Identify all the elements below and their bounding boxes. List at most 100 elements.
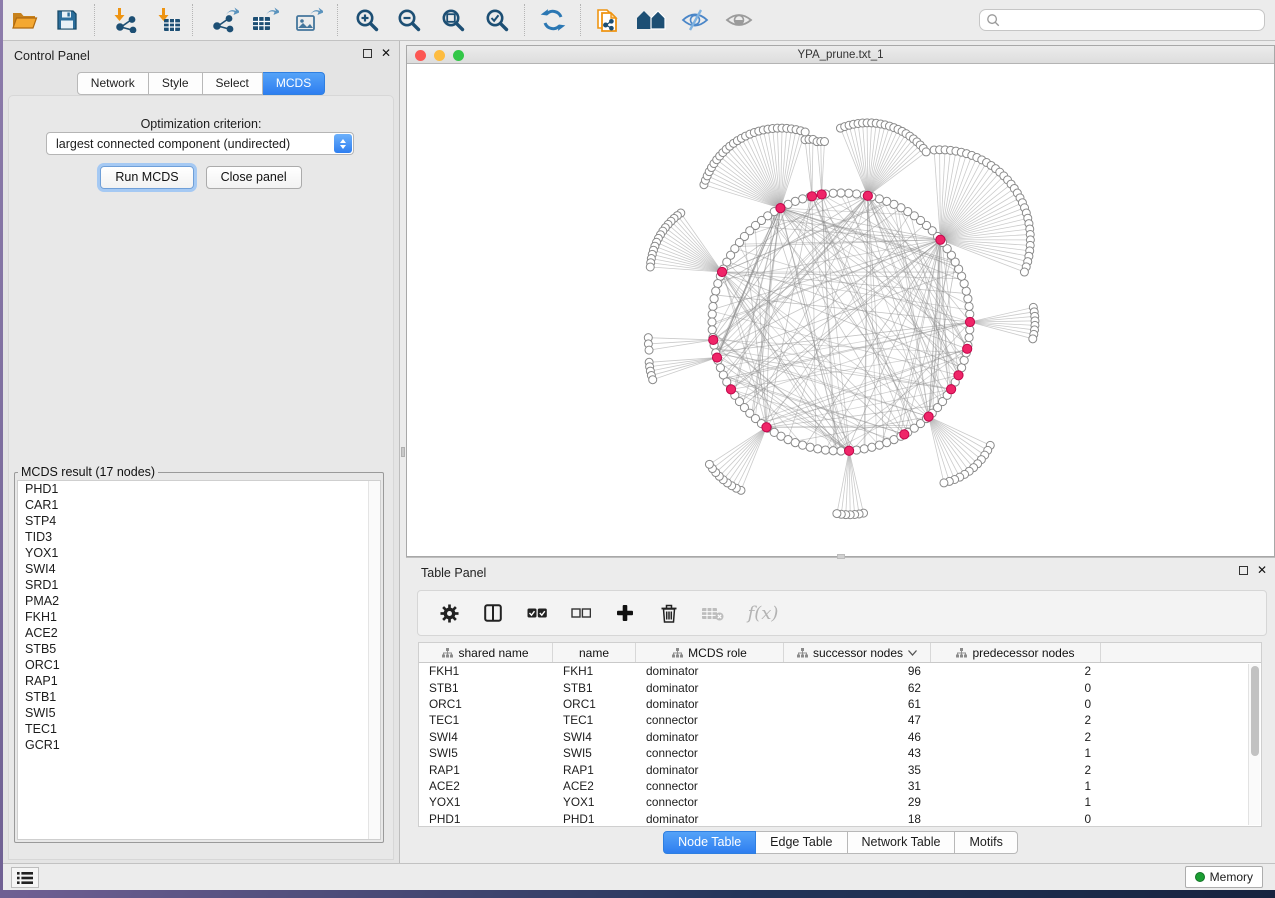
network-node[interactable]: [845, 189, 853, 197]
import-network-icon[interactable]: [107, 3, 143, 37]
table-cell[interactable]: RAP1: [419, 763, 553, 777]
mcds-result-item[interactable]: ACE2: [18, 625, 380, 641]
zoom-selected-icon[interactable]: [479, 3, 515, 37]
tab-mcds[interactable]: MCDS: [263, 72, 325, 95]
mcds-result-item[interactable]: PHD1: [18, 481, 380, 497]
mcds-result-item[interactable]: YOX1: [18, 545, 380, 561]
table-cell[interactable]: connector: [636, 795, 784, 809]
network-leaf-node[interactable]: [645, 346, 653, 354]
network-node[interactable]: [962, 287, 970, 295]
table-cell[interactable]: connector: [636, 779, 784, 793]
run-mcds-button[interactable]: Run MCDS: [100, 166, 193, 189]
network-node[interactable]: [710, 295, 718, 303]
network-hub-node[interactable]: [717, 267, 726, 276]
table-cell[interactable]: 31: [784, 779, 931, 793]
table-cell[interactable]: connector: [636, 713, 784, 727]
table-cell[interactable]: 96: [784, 664, 931, 678]
delete-column-icon[interactable]: [658, 602, 680, 624]
network-node[interactable]: [964, 295, 972, 303]
table-cell[interactable]: ORC1: [419, 697, 553, 711]
network-canvas[interactable]: [407, 64, 1274, 556]
network-node[interactable]: [799, 441, 807, 449]
network-hub-node[interactable]: [936, 235, 945, 244]
memory-button[interactable]: Memory: [1185, 866, 1263, 888]
network-node[interactable]: [829, 447, 837, 455]
tab-network[interactable]: Network: [77, 72, 149, 95]
network-hub-node[interactable]: [762, 423, 771, 432]
table-cell[interactable]: 0: [931, 697, 1101, 711]
deselect-all-rows-icon[interactable]: [570, 602, 592, 624]
table-cell[interactable]: YOX1: [419, 795, 553, 809]
mcds-list-scrollbar[interactable]: [368, 481, 380, 839]
network-window-titlebar[interactable]: YPA_prune.txt_1: [407, 46, 1274, 64]
table-cell[interactable]: YOX1: [553, 795, 636, 809]
network-hub-node[interactable]: [807, 192, 816, 201]
network-leaf-node[interactable]: [820, 138, 828, 146]
network-node[interactable]: [806, 443, 814, 451]
float-panel-icon[interactable]: [363, 49, 372, 58]
network-hub-node[interactable]: [965, 317, 974, 326]
network-leaf-node[interactable]: [833, 510, 841, 518]
table-cell[interactable]: 47: [784, 713, 931, 727]
table-row[interactable]: TEC1TEC1connector472: [419, 712, 1261, 728]
table-row[interactable]: SWI4SWI4dominator462: [419, 729, 1261, 745]
zoom-fit-icon[interactable]: [435, 3, 471, 37]
close-table-panel-icon[interactable]: ✕: [1257, 566, 1267, 575]
network-hub-node[interactable]: [863, 191, 872, 200]
table-row[interactable]: YOX1YOX1connector291: [419, 794, 1261, 810]
network-leaf-node[interactable]: [705, 460, 713, 468]
table-cell[interactable]: 18: [784, 812, 931, 826]
table-row[interactable]: RAP1RAP1dominator352: [419, 761, 1261, 777]
open-file-icon[interactable]: [7, 3, 43, 37]
column-header-MCDS-role[interactable]: MCDS role: [636, 643, 784, 662]
table-cell[interactable]: connector: [636, 746, 784, 760]
table-cell[interactable]: RAP1: [553, 763, 636, 777]
table-row[interactable]: FKH1FKH1dominator962: [419, 663, 1261, 679]
table-cell[interactable]: 0: [931, 812, 1101, 826]
zoom-in-icon[interactable]: [349, 3, 385, 37]
table-cell[interactable]: dominator: [636, 763, 784, 777]
table-cell[interactable]: 2: [931, 730, 1101, 744]
mcds-result-item[interactable]: STP4: [18, 513, 380, 529]
network-hub-node[interactable]: [776, 203, 785, 212]
mcds-result-item[interactable]: ORC1: [18, 657, 380, 673]
table-cell[interactable]: dominator: [636, 730, 784, 744]
table-cell[interactable]: dominator: [636, 812, 784, 826]
table-cell[interactable]: 61: [784, 697, 931, 711]
show-columns-icon[interactable]: [482, 602, 504, 624]
network-hub-node[interactable]: [817, 190, 826, 199]
mcds-result-item[interactable]: CAR1: [18, 497, 380, 513]
mcds-result-item[interactable]: TEC1: [18, 721, 380, 737]
table-tab-motifs[interactable]: Motifs: [955, 831, 1017, 854]
table-cell[interactable]: SWI4: [419, 730, 553, 744]
network-hub-node[interactable]: [963, 344, 972, 353]
network-hub-node[interactable]: [726, 385, 735, 394]
optimization-criterion-dropdown[interactable]: largest connected component (undirected): [46, 132, 354, 155]
table-cell[interactable]: 43: [784, 746, 931, 760]
table-tab-network-table[interactable]: Network Table: [848, 831, 956, 854]
table-cell[interactable]: 35: [784, 763, 931, 777]
clone-network-icon[interactable]: [589, 3, 625, 37]
mcds-result-item[interactable]: TID3: [18, 529, 380, 545]
network-node[interactable]: [714, 280, 722, 288]
table-row[interactable]: ACE2ACE2connector311: [419, 778, 1261, 794]
select-all-rows-icon[interactable]: [526, 602, 548, 624]
table-cell[interactable]: 1: [931, 746, 1101, 760]
table-cell[interactable]: 2: [931, 713, 1101, 727]
table-cell[interactable]: dominator: [636, 681, 784, 695]
zoom-out-icon[interactable]: [391, 3, 427, 37]
table-cell[interactable]: SWI5: [419, 746, 553, 760]
table-cell[interactable]: FKH1: [553, 664, 636, 678]
table-cell[interactable]: SWI5: [553, 746, 636, 760]
table-row[interactable]: ORC1ORC1dominator610: [419, 696, 1261, 712]
search-input[interactable]: [1001, 13, 1264, 27]
network-leaf-node[interactable]: [646, 263, 654, 271]
table-row[interactable]: PHD1PHD1dominator180: [419, 811, 1261, 827]
table-cell[interactable]: 2: [931, 664, 1101, 678]
table-scrollbar[interactable]: [1248, 664, 1260, 825]
table-cell[interactable]: dominator: [636, 697, 784, 711]
mcds-result-item[interactable]: SRD1: [18, 577, 380, 593]
table-cell[interactable]: PHD1: [553, 812, 636, 826]
tab-select[interactable]: Select: [203, 72, 263, 95]
table-cell[interactable]: PHD1: [419, 812, 553, 826]
